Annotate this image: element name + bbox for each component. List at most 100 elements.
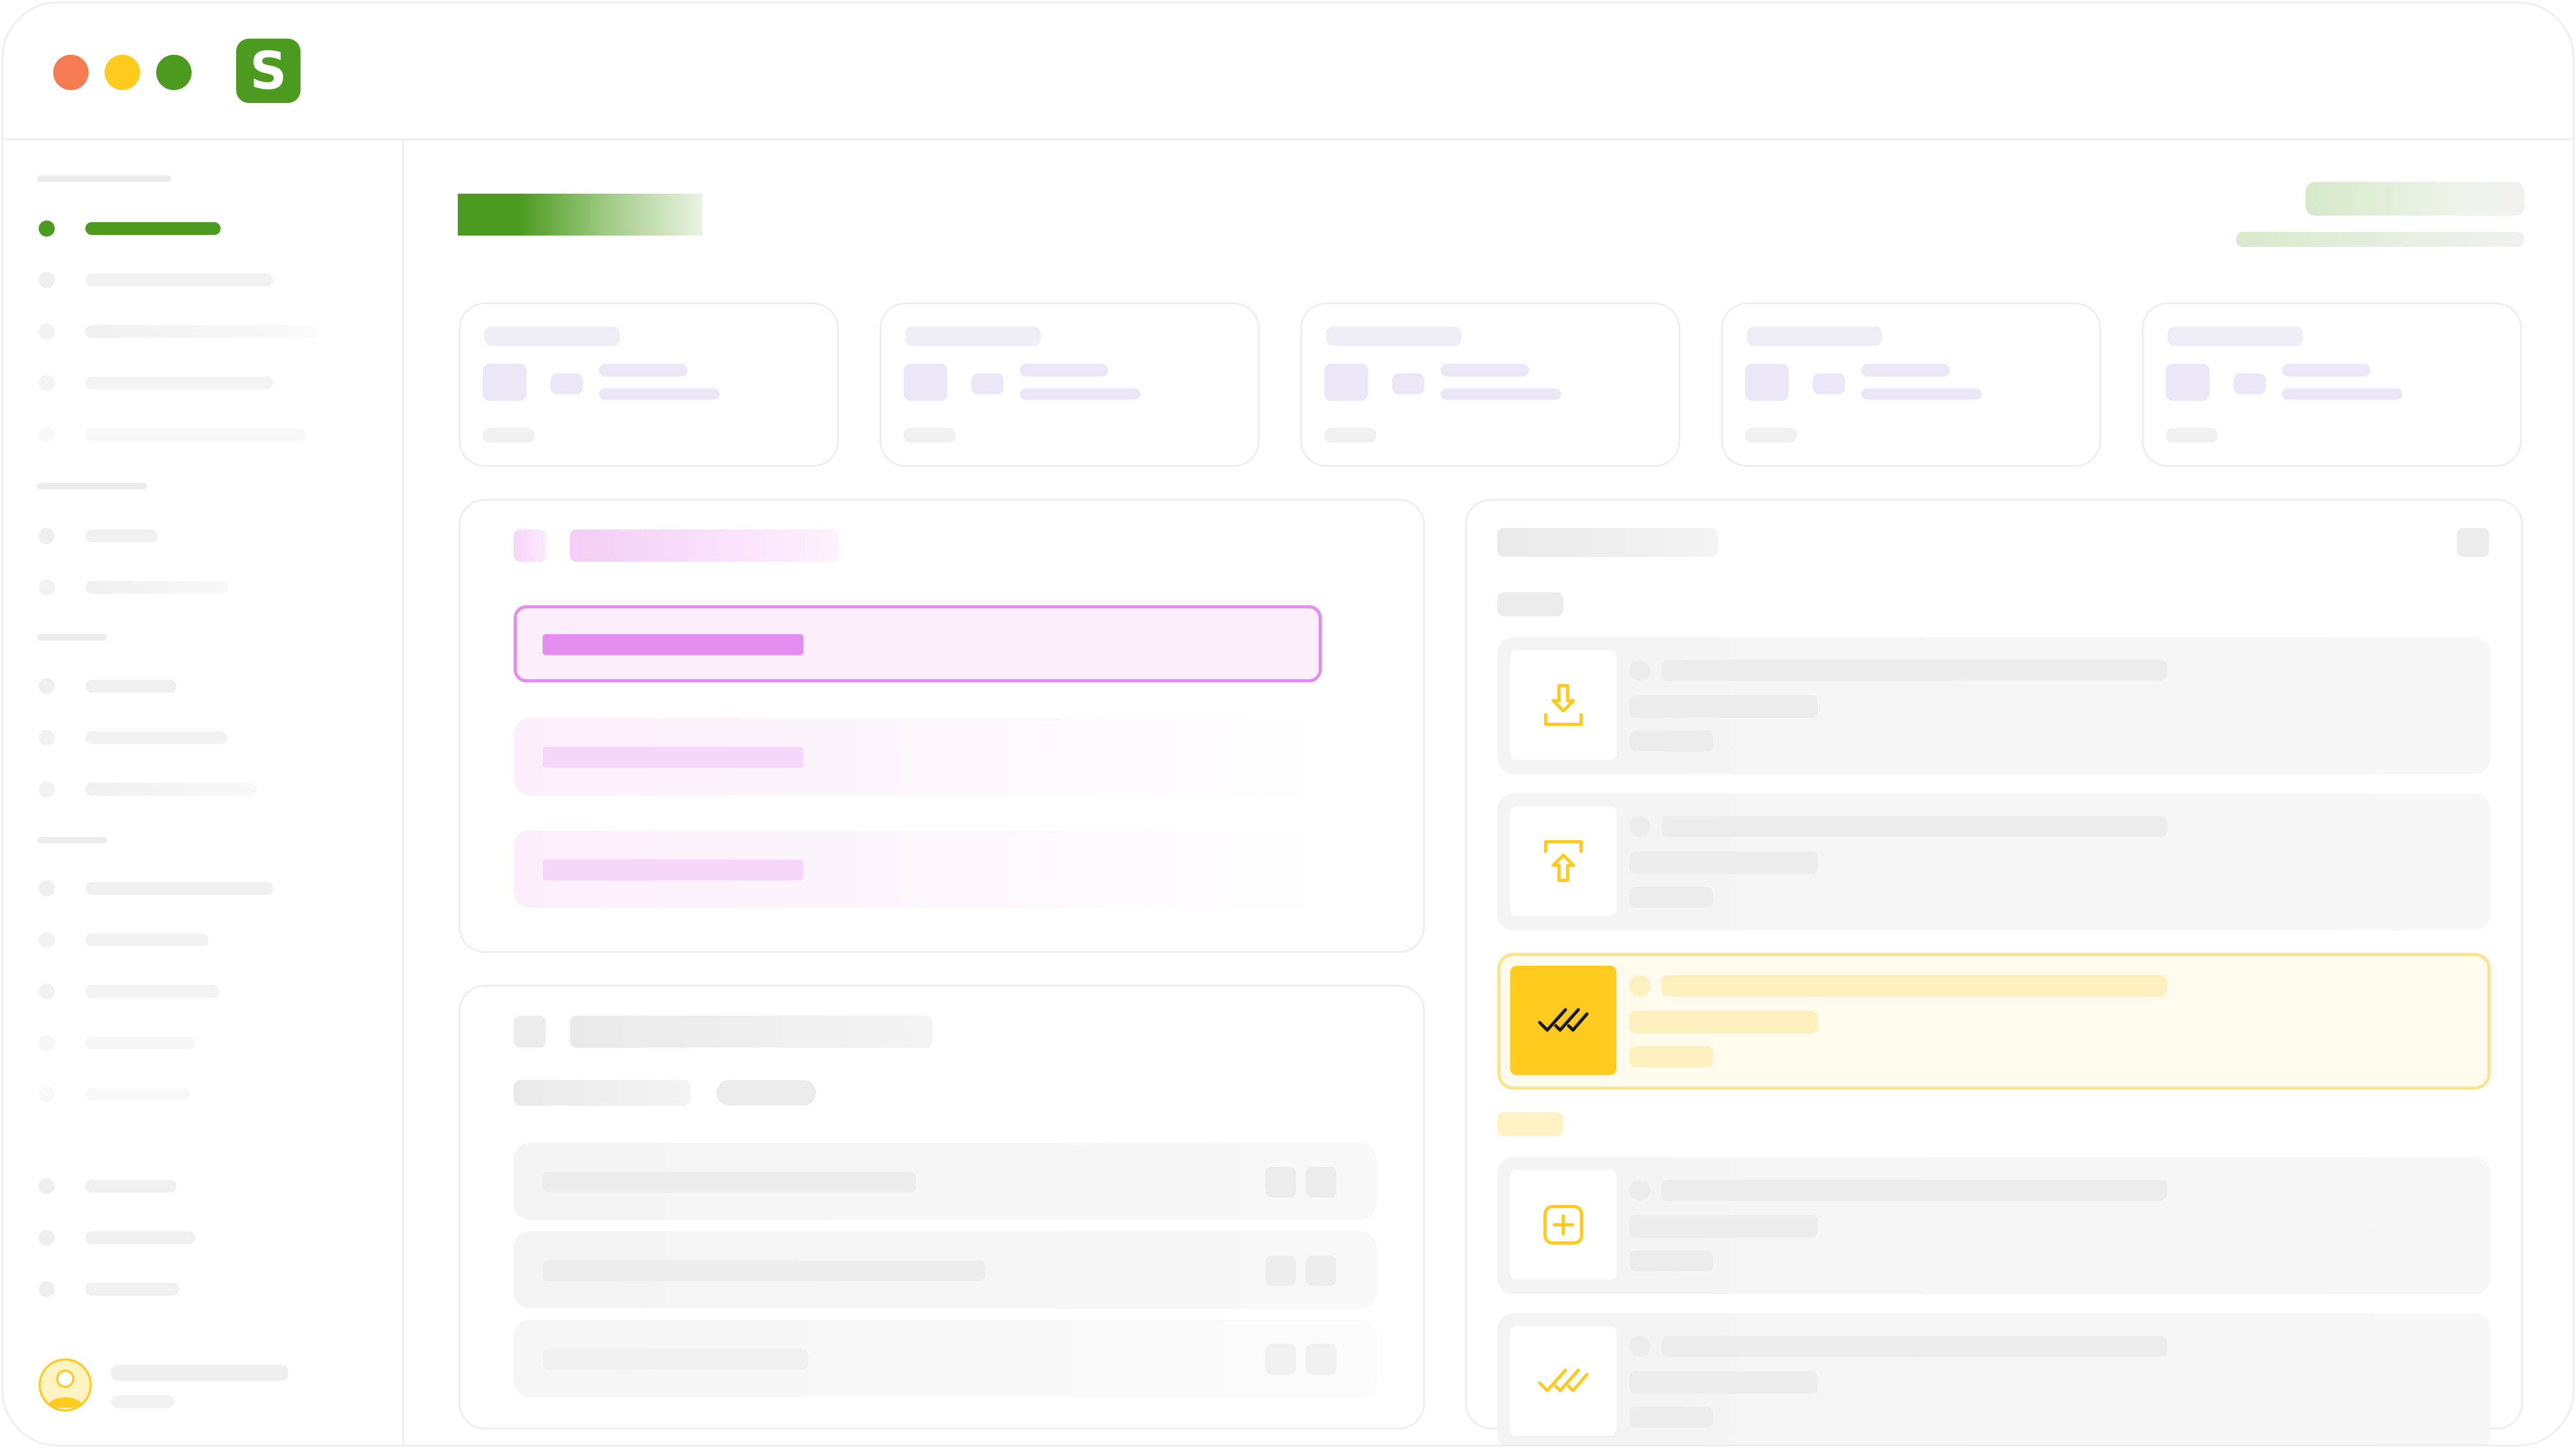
nav-dot-icon [39, 678, 55, 694]
stat-card[interactable] [880, 303, 1260, 467]
double-check-icon [1538, 1369, 1589, 1392]
nav-item-label [85, 731, 228, 744]
nav-item-label [85, 1088, 190, 1101]
filter-chip[interactable] [716, 1080, 816, 1106]
nav-item-label [85, 783, 257, 796]
stat-card-title [905, 327, 1041, 346]
status-dot-icon [1629, 660, 1650, 681]
activity-icon-box [1510, 966, 1616, 1075]
row-action-button[interactable] [1265, 1167, 1296, 1197]
row-action-button[interactable] [1306, 1255, 1336, 1286]
activity-subtitle [1629, 1371, 1818, 1394]
stat-card-icon [904, 364, 947, 401]
stat-card-badge [551, 373, 583, 394]
table-row[interactable] [514, 1143, 1377, 1220]
activity-icon-box [1510, 650, 1616, 760]
sidebar-section-heading [37, 483, 147, 489]
activity-subtitle [1629, 695, 1818, 718]
header-subtitle [2236, 232, 2524, 247]
status-dot-icon [1629, 975, 1650, 996]
option-label [543, 747, 803, 768]
activity-meta [1629, 731, 1713, 752]
table-row[interactable] [514, 1320, 1377, 1397]
stat-card-delta [599, 388, 720, 400]
stat-card[interactable] [459, 303, 839, 467]
activity-panel [1465, 499, 2523, 1445]
row-action-button[interactable] [1306, 1344, 1336, 1375]
app-window: S [2, 2, 2574, 1446]
group-heading [1497, 592, 1563, 616]
nav-dot-icon [39, 324, 55, 340]
stat-card-title [2168, 327, 2303, 346]
status-dot-icon [1629, 1180, 1650, 1201]
row-action-button[interactable] [1306, 1167, 1336, 1197]
minimize-window-button[interactable] [105, 55, 140, 90]
user-name [111, 1365, 288, 1381]
activity-title [1662, 660, 2167, 681]
activity-title [1662, 975, 2167, 996]
activity-item[interactable] [1497, 637, 2491, 774]
activity-meta [1629, 1407, 1713, 1428]
nav-item-label [85, 377, 273, 389]
panel-title [1497, 528, 1718, 557]
download-icon [1544, 684, 1583, 726]
activity-title [1662, 1336, 2167, 1357]
user-icon [47, 1370, 83, 1408]
option-item-selected[interactable] [514, 605, 1322, 682]
nav-item-label [85, 1180, 177, 1193]
nav-dot-icon [39, 781, 55, 797]
nav-dot-icon [39, 1086, 55, 1102]
activity-item[interactable] [1497, 1157, 2491, 1294]
list-panel [459, 985, 1425, 1429]
stat-card-value [2282, 364, 2370, 377]
row-label [543, 1172, 916, 1193]
activity-item-selected[interactable] [1497, 953, 2491, 1090]
stat-card[interactable] [2142, 303, 2522, 467]
option-item[interactable] [514, 830, 1322, 908]
nav-item-label [85, 530, 158, 542]
row-action-button[interactable] [1265, 1344, 1296, 1375]
stat-card-delta [1020, 388, 1140, 400]
activity-meta [1629, 887, 1713, 908]
stat-card[interactable] [1721, 303, 2101, 467]
nav-item-label [85, 1283, 179, 1296]
nav-item-label [85, 274, 273, 286]
upload-icon [1544, 840, 1583, 882]
stat-card-footnote [2166, 428, 2218, 443]
table-row[interactable] [514, 1231, 1377, 1309]
activity-icon-box [1510, 1326, 1616, 1436]
option-item[interactable] [514, 718, 1322, 795]
activity-item[interactable] [1497, 1313, 2491, 1445]
stat-card-footnote [904, 428, 955, 443]
stat-card-value [1861, 364, 1950, 377]
header-action-button[interactable] [2306, 182, 2524, 216]
panel-menu-button[interactable] [2457, 528, 2489, 557]
app-logo[interactable]: S [236, 39, 301, 103]
stat-card-title [1747, 327, 1882, 346]
filter-chip[interactable] [514, 1080, 691, 1106]
activity-subtitle [1629, 851, 1818, 874]
activity-icon-box [1510, 806, 1616, 916]
nav-dot-icon [39, 932, 55, 948]
nav-item-label [85, 985, 219, 998]
nav-item-label [85, 882, 273, 895]
panel-icon [514, 530, 546, 562]
row-action-button[interactable] [1265, 1255, 1296, 1286]
activity-subtitle [1629, 1011, 1818, 1033]
close-window-button[interactable] [53, 55, 89, 90]
maximize-window-button[interactable] [156, 55, 192, 90]
nav-dot-icon [39, 220, 55, 237]
stat-card-icon [1324, 364, 1368, 401]
stat-card-delta [2282, 388, 2403, 400]
stat-card-icon [483, 364, 526, 401]
nav-dot-icon [39, 880, 55, 896]
activity-meta [1629, 1251, 1713, 1271]
activity-item[interactable] [1497, 793, 2491, 930]
double-check-icon [1538, 1008, 1589, 1032]
activity-title [1662, 816, 2167, 837]
stat-card-footnote [483, 428, 535, 443]
nav-item-label [85, 1231, 195, 1244]
stat-card[interactable] [1300, 303, 1680, 467]
nav-item-label [85, 428, 305, 441]
logo-letter: S [250, 41, 287, 101]
